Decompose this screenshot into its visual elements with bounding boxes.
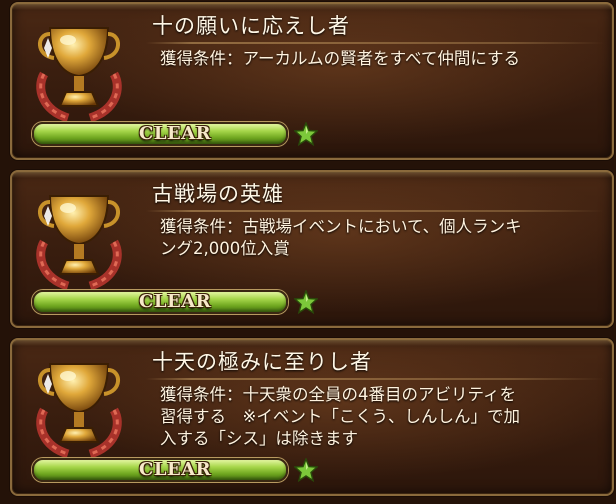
- clear-bar: CLEAR: [32, 290, 288, 314]
- divider: [146, 42, 604, 44]
- achievement-card[interactable]: 十天の極みに至りし者 獲得条件：十天衆の全員の4番目のアビリティを 習得する ※…: [10, 338, 614, 496]
- condition-line: 獲得条件：十天衆の全員の4番目のアビリティを: [160, 385, 517, 404]
- trophy-icon: [36, 27, 122, 123]
- clear-bar: CLEAR: [32, 458, 288, 482]
- achievement-card[interactable]: 十の願いに応えし者 獲得条件：アーカルムの賢者をすべて仲間にする CLEAR: [10, 2, 614, 160]
- star-icon: [294, 290, 318, 314]
- condition-line: 習得する ※イベント「こくう、しんしん」で加: [160, 407, 520, 426]
- clear-label: CLEAR: [139, 291, 212, 312]
- star-icon: [294, 458, 318, 482]
- divider: [146, 378, 604, 380]
- divider: [146, 210, 604, 212]
- achievement-title: 十の願いに応えし者: [152, 14, 350, 38]
- achievement-condition: 獲得条件：古戦場イベントにおいて、個人ランキ ング2,000位入賞: [160, 216, 610, 260]
- achievement-title: 古戦場の英雄: [152, 182, 284, 206]
- achievement-condition: 獲得条件：アーカルムの賢者をすべて仲間にする: [160, 48, 610, 70]
- clear-bar: CLEAR: [32, 122, 288, 146]
- achievement-condition: 獲得条件：十天衆の全員の4番目のアビリティを 習得する ※イベント「こくう、しん…: [160, 384, 610, 450]
- clear-label: CLEAR: [139, 123, 212, 144]
- condition-line: ング2,000位入賞: [160, 239, 290, 258]
- star-icon: [294, 122, 318, 146]
- condition-line: 獲得条件：アーカルムの賢者をすべて仲間にする: [160, 49, 521, 68]
- achievement-title: 十天の極みに至りし者: [152, 350, 372, 374]
- achievement-card[interactable]: 古戦場の英雄 獲得条件：古戦場イベントにおいて、個人ランキ ング2,000位入賞…: [10, 170, 614, 328]
- condition-line: 獲得条件：古戦場イベントにおいて、個人ランキ: [160, 217, 522, 236]
- condition-line: 入する「シス」は除きます: [160, 429, 358, 448]
- trophy-icon: [36, 363, 122, 459]
- clear-label: CLEAR: [139, 459, 212, 480]
- trophy-icon: [36, 195, 122, 291]
